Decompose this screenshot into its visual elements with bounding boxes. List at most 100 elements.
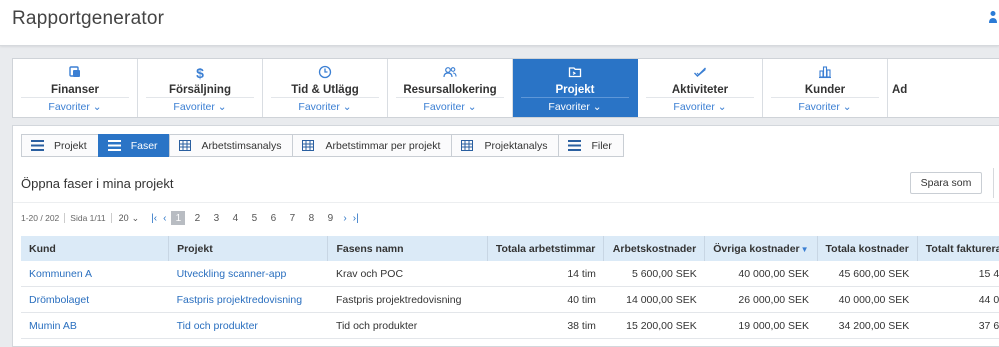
module-projekt[interactable]: Projekt Favoriter ⌄ — [513, 59, 638, 117]
total-costs: 40 000,00 SEK — [817, 286, 918, 313]
last-page-icon[interactable]: ›| — [353, 213, 359, 224]
page-info: Sida 1/11 — [70, 213, 106, 223]
module-kunder[interactable]: Kunder Favoriter ⌄ — [763, 59, 888, 117]
module-label: Ad — [892, 84, 908, 96]
phase-name: Tid och produkter — [327, 312, 488, 339]
favorites-dropdown[interactable]: Favoriter ⌄ — [388, 101, 512, 113]
favorites-dropdown[interactable]: Favoriter ⌄ — [513, 101, 637, 113]
module-bar: Finanser Favoriter ⌄ $ Försäljning Favor… — [12, 58, 999, 118]
module-label: Kunder — [804, 84, 846, 96]
other-costs: 26 000,00 SEK — [704, 286, 818, 313]
page-8[interactable]: 8 — [304, 211, 318, 225]
page-2[interactable]: 2 — [190, 211, 204, 225]
coins-icon — [13, 65, 137, 81]
phase-name: Fastpris projektredovisning — [327, 286, 488, 313]
report-title: Öppna faser i mina projekt — [21, 176, 174, 191]
user-icon[interactable] — [989, 10, 997, 27]
report-tabs: Projekt Faser Arbetstimsanalys Arbetstim… — [21, 134, 624, 157]
prev-page-icon[interactable]: ‹ — [163, 213, 166, 224]
other-costs: 40 000,00 SEK — [704, 261, 818, 287]
sort-desc-icon: ▼ — [800, 244, 809, 254]
report-panel: Projekt Faser Arbetstimsanalys Arbetstim… — [12, 125, 999, 347]
app-title: Rapportgenerator — [12, 8, 165, 29]
tab-arbetstimmar-per-projekt[interactable]: Arbetstimmar per projekt — [292, 134, 452, 157]
next-page-icon[interactable]: › — [343, 213, 346, 224]
project-link[interactable]: Utveckling scanner-app — [177, 268, 287, 280]
table-header-row: Kund Projekt Fasens namn Totala arbetsti… — [21, 236, 999, 261]
grid-icon — [178, 140, 192, 151]
module-label: Tid & Utlägg — [291, 84, 359, 96]
chevron-down-icon: ⌄ — [131, 212, 140, 223]
table-row: Mumin AB Tid och produkter Tid och produ… — [21, 312, 999, 339]
page-size-select[interactable]: 20 ⌄ — [119, 213, 140, 224]
page-9[interactable]: 9 — [323, 211, 337, 225]
total-invoiced: 15 40 — [917, 261, 999, 287]
labor-costs: 15 200,00 SEK — [603, 312, 705, 339]
phases-table: Kund Projekt Fasens namn Totala arbetsti… — [21, 236, 999, 339]
total-invoiced: 37 60 — [917, 312, 999, 339]
tab-projektanalys[interactable]: Projektanalys — [451, 134, 559, 157]
total-hours: 14 tim — [487, 261, 604, 287]
module-aktiviteter[interactable]: Aktiviteter Favoriter ⌄ — [638, 59, 763, 117]
save-as-button[interactable]: Spara som — [910, 172, 982, 194]
app-header: Rapportgenerator — [0, 0, 999, 46]
column-header-totala-arbetstimmar[interactable]: Totala arbetstimmar — [486, 236, 604, 261]
grid-icon — [302, 140, 315, 151]
favorites-dropdown[interactable]: Favoriter ⌄ — [638, 101, 762, 113]
tab-faser[interactable]: Faser — [97, 134, 169, 157]
list-icon — [107, 140, 121, 151]
divider — [13, 202, 999, 203]
table-row: Kommunen A Utveckling scanner-app Krav o… — [21, 261, 999, 287]
list-icon — [31, 140, 44, 151]
module-forsaljning[interactable]: $ Försäljning Favoriter ⌄ — [138, 59, 263, 117]
page-3[interactable]: 3 — [209, 211, 223, 225]
page-4[interactable]: 4 — [228, 211, 242, 225]
other-costs: 19 000,00 SEK — [704, 312, 818, 339]
customer-link[interactable]: Mumin AB — [29, 320, 77, 332]
column-header-totalt-fakturerat[interactable]: Totalt fakturerat — [916, 236, 999, 261]
column-header-totala-kostnader[interactable]: Totala kostnader — [816, 236, 918, 261]
phase-name: Krav och POC — [327, 261, 488, 287]
favorites-dropdown[interactable]: Favoriter ⌄ — [13, 101, 137, 113]
buildings-icon — [763, 65, 887, 81]
dollar-icon: $ — [196, 65, 204, 81]
grid-icon — [461, 140, 474, 151]
page-6[interactable]: 6 — [266, 211, 280, 225]
total-invoiced: 44 00 — [917, 286, 999, 313]
favorites-dropdown[interactable]: Favoriter ⌄ — [763, 101, 887, 113]
total-hours: 40 tim — [487, 286, 604, 313]
column-header-fasens-namn[interactable]: Fasens namn — [327, 236, 488, 261]
total-costs: 45 600,00 SEK — [817, 261, 918, 287]
module-ad[interactable]: Ad — [888, 59, 999, 117]
project-link[interactable]: Fastpris projektredovisning — [177, 294, 302, 306]
tab-projekt[interactable]: Projekt — [21, 134, 98, 157]
column-header-arbetskostnader[interactable]: Arbetskostnader — [603, 236, 705, 261]
total-costs: 34 200,00 SEK — [817, 312, 918, 339]
column-header-projekt[interactable]: Projekt — [168, 236, 328, 261]
favorites-dropdown[interactable]: Favoriter ⌄ — [138, 101, 262, 113]
favorites-dropdown[interactable]: Favoriter ⌄ — [263, 101, 387, 113]
total-hours: 38 tim — [487, 312, 604, 339]
divider — [993, 168, 994, 198]
first-page-icon[interactable]: |‹ — [151, 213, 157, 224]
folder-icon — [513, 65, 637, 81]
page-1[interactable]: 1 — [171, 211, 186, 225]
page-5[interactable]: 5 — [247, 211, 261, 225]
customer-link[interactable]: Kommunen A — [29, 268, 92, 280]
labor-costs: 5 600,00 SEK — [603, 261, 705, 287]
module-resursallokering[interactable]: Resursallokering Favoriter ⌄ — [388, 59, 513, 117]
column-header-ovriga-kostnader[interactable]: Övriga kostnader▼ — [704, 236, 818, 261]
tab-filer[interactable]: Filer — [558, 134, 624, 157]
page-7[interactable]: 7 — [285, 211, 299, 225]
tab-arbetstimsanalys[interactable]: Arbetstimsanalys — [168, 134, 293, 157]
module-label: Aktiviteter — [671, 84, 729, 96]
column-header-kund[interactable]: Kund — [21, 236, 169, 261]
module-finanser[interactable]: Finanser Favoriter ⌄ — [13, 59, 138, 117]
project-link[interactable]: Tid och produkter — [177, 320, 258, 332]
clock-icon — [263, 65, 387, 81]
customer-link[interactable]: Drömbolaget — [29, 294, 89, 306]
module-label: Projekt — [555, 84, 595, 96]
check-icon — [638, 65, 762, 81]
module-label: Resursallokering — [403, 84, 497, 96]
module-tid-utlagg[interactable]: Tid & Utlägg Favoriter ⌄ — [263, 59, 388, 117]
